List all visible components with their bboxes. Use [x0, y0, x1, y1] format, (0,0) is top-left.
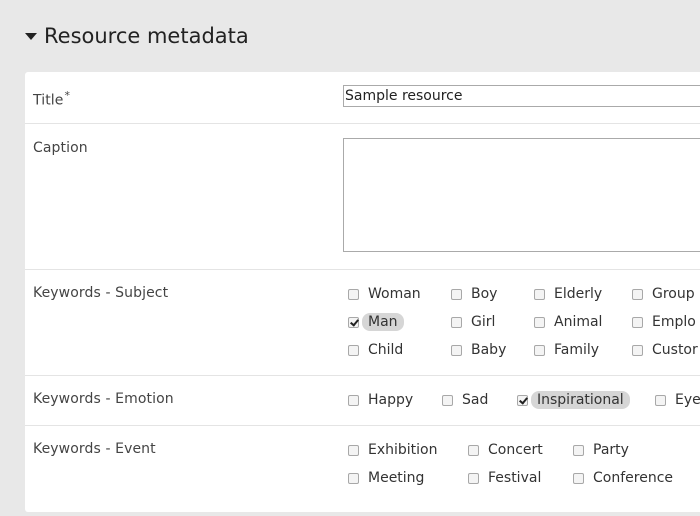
checkbox[interactable]: [632, 316, 643, 328]
subject-option-employee[interactable]: Emplo: [632, 312, 700, 332]
title-input[interactable]: [343, 85, 700, 107]
subject-option-group[interactable]: Group: [632, 284, 700, 304]
checkbox[interactable]: [348, 472, 359, 484]
caption-textarea[interactable]: [343, 138, 700, 252]
subject-option-baby[interactable]: Baby: [451, 340, 512, 360]
checkbox-checked[interactable]: [348, 316, 359, 328]
title-row: Title*: [25, 72, 700, 124]
event-option-conference[interactable]: Conference: [573, 468, 679, 488]
subject-option-animal[interactable]: Animal: [534, 312, 608, 332]
subject-option-girl[interactable]: Girl: [451, 312, 501, 332]
subject-option-woman[interactable]: Woman: [348, 284, 427, 304]
emotion-option-inspirational[interactable]: Inspirational: [517, 390, 630, 410]
required-asterisk: *: [64, 89, 71, 102]
checkbox[interactable]: [573, 472, 584, 484]
keywords-event-label: Keywords - Event: [33, 441, 156, 457]
emotion-option-eye[interactable]: Eye: [655, 390, 700, 410]
keywords-emotion-row: Keywords - Emotion Happy Sad Inspiration…: [25, 376, 700, 426]
checkbox[interactable]: [451, 316, 462, 328]
metadata-panel: Title* Caption Keywords - Subject Woman …: [25, 72, 700, 512]
keywords-subject-label: Keywords - Subject: [33, 285, 169, 301]
event-option-meeting[interactable]: Meeting: [348, 468, 430, 488]
checkbox[interactable]: [468, 444, 479, 456]
checkbox[interactable]: [348, 394, 359, 406]
checkbox[interactable]: [468, 472, 479, 484]
checkbox[interactable]: [632, 288, 643, 300]
checkbox[interactable]: [534, 344, 545, 356]
event-option-festival[interactable]: Festival: [468, 468, 547, 488]
subject-option-family[interactable]: Family: [534, 340, 605, 360]
subject-option-man[interactable]: Man: [348, 312, 404, 332]
subject-option-customer[interactable]: Custor: [632, 340, 700, 360]
emotion-option-happy[interactable]: Happy: [348, 390, 419, 410]
checkbox[interactable]: [348, 288, 359, 300]
emotion-option-sad[interactable]: Sad: [442, 390, 494, 410]
checkbox[interactable]: [348, 444, 359, 456]
section-toggle-resource-metadata[interactable]: Resource metadata: [25, 24, 249, 48]
keywords-emotion-label: Keywords - Emotion: [33, 391, 174, 407]
checkbox[interactable]: [348, 344, 359, 356]
event-option-party[interactable]: Party: [573, 440, 635, 460]
checkbox[interactable]: [534, 288, 545, 300]
keywords-subject-row: Keywords - Subject Woman Boy Elderly Gro…: [25, 270, 700, 376]
checkbox[interactable]: [451, 288, 462, 300]
checkbox[interactable]: [655, 394, 666, 406]
subject-option-child[interactable]: Child: [348, 340, 409, 360]
checkbox[interactable]: [451, 344, 462, 356]
caption-row: Caption: [25, 124, 700, 270]
event-option-concert[interactable]: Concert: [468, 440, 549, 460]
title-label: Title*: [33, 89, 71, 109]
subject-option-boy[interactable]: Boy: [451, 284, 503, 304]
section-title: Resource metadata: [44, 24, 249, 48]
subject-option-elderly[interactable]: Elderly: [534, 284, 608, 304]
checkbox[interactable]: [442, 394, 453, 406]
checkbox[interactable]: [534, 316, 545, 328]
caption-label: Caption: [33, 140, 88, 156]
event-option-exhibition[interactable]: Exhibition: [348, 440, 444, 460]
checkbox[interactable]: [632, 344, 643, 356]
caret-down-icon: [25, 32, 37, 40]
checkbox-checked[interactable]: [517, 394, 528, 406]
checkbox[interactable]: [573, 444, 584, 456]
